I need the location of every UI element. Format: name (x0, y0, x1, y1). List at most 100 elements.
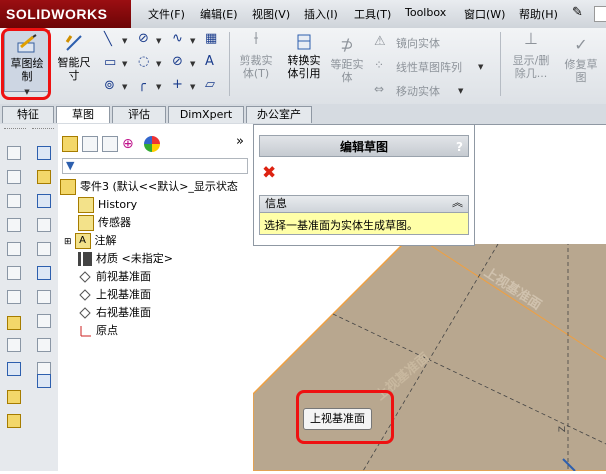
tree-root[interactable]: 零件3 (默认<<默认>_显示状态 (60, 178, 238, 196)
collapse-icon[interactable]: ︽ (452, 195, 463, 211)
line-icon[interactable]: ╲ (104, 32, 112, 47)
menu-help[interactable]: 帮助(H) (519, 6, 558, 22)
tab-office-products[interactable]: 办公室产品 (246, 106, 312, 137)
toolbar-grip (4, 128, 26, 131)
tree-item-top-plane[interactable]: 上视基准面 (78, 286, 151, 304)
tree-item-label: History (98, 198, 138, 211)
ellipse-icon[interactable]: ⊘ (172, 54, 183, 69)
tree-item-annotations[interactable]: ⊞ A 注解 (64, 232, 117, 250)
tree-item-label: 材质 <未指定> (96, 252, 173, 265)
options-icon[interactable] (7, 414, 21, 428)
menu-toolbox[interactable]: Toolbox (405, 6, 446, 19)
table-icon[interactable] (37, 146, 51, 160)
solidworks-logo[interactable]: SOLIDWORKS (0, 0, 131, 28)
tree-item-front-plane[interactable]: 前视基准面 (78, 268, 151, 286)
chevron-down-icon[interactable]: ▼ (156, 37, 161, 45)
appearance-icon[interactable] (37, 314, 51, 328)
slot-icon[interactable]: ⊚ (104, 78, 115, 93)
chevron-down-icon[interactable]: ▼ (122, 60, 127, 68)
zoom-area-icon[interactable] (37, 242, 51, 256)
menu-insert[interactable]: 插入(I) (304, 6, 338, 22)
revolve-icon[interactable] (7, 170, 21, 184)
relations-small-icon[interactable] (7, 362, 21, 376)
left-toolbar (0, 124, 59, 471)
offset-button[interactable]: ⊅ 等距实 体 (328, 37, 366, 85)
plane-icon[interactable]: ▱ (205, 77, 215, 92)
expand-panel-icon[interactable]: » (236, 134, 244, 149)
move-entities-button[interactable]: 移动实体 (396, 83, 440, 99)
repair-sketch-button[interactable]: ✓ 修复草 图 (558, 37, 604, 85)
chevron-down-icon[interactable]: ▼ (190, 83, 195, 91)
tab-sketch[interactable]: 草图 (56, 106, 110, 123)
dimxpert-tab-icon[interactable]: ⊕ (122, 136, 138, 152)
expand-icon[interactable]: ⊞ (64, 237, 72, 247)
spline-icon[interactable]: ∿ (172, 31, 183, 46)
menu-tools[interactable]: 工具(T) (354, 6, 391, 22)
tree-item-right-plane[interactable]: 右视基准面 (78, 304, 151, 322)
smart-dimension-button[interactable]: 智能尺 寸 (52, 30, 96, 90)
chamfer-icon[interactable] (7, 266, 21, 280)
help-icon[interactable]: ? (456, 136, 463, 158)
grid-icon[interactable]: ▦ (205, 31, 217, 46)
display-delete-relations-button[interactable]: ⊥ 显示/删 除几... (506, 31, 556, 81)
chevron-down-icon[interactable]: ▼ (156, 60, 161, 68)
pin-icon[interactable]: ✎ (572, 5, 583, 20)
sweep-icon[interactable] (7, 194, 21, 208)
linear-pattern-button[interactable]: 线性草图阵列 (396, 59, 462, 75)
menu-edit[interactable]: 编辑(E) (200, 6, 238, 22)
circle-icon[interactable]: ⊘ (138, 31, 149, 46)
text-icon[interactable]: A (205, 54, 214, 69)
rectangle-icon[interactable]: ▭ (104, 55, 116, 70)
point-icon[interactable]: + (172, 77, 183, 92)
menu-window[interactable]: 窗口(W) (464, 6, 505, 22)
loft-icon[interactable] (7, 218, 21, 232)
rebuild-icon[interactable] (7, 390, 21, 404)
repair-sketch-label: 修复草 图 (564, 58, 598, 84)
move-icon: ⇔ (374, 82, 385, 96)
tab-dimxpert[interactable]: DimXpert (168, 106, 244, 123)
mirror-entities-button[interactable]: 镜向实体 (396, 35, 440, 51)
feature-manager-tab-icon[interactable] (62, 136, 78, 152)
view-orient-icon[interactable] (37, 170, 51, 184)
tree-item-origin[interactable]: 原点 (78, 322, 118, 340)
property-manager-tab-icon[interactable] (82, 136, 98, 152)
tab-evaluate[interactable]: 评估 (112, 106, 166, 123)
shell-icon[interactable] (7, 290, 21, 304)
grid-settings-icon[interactable] (37, 374, 51, 388)
extrude-icon[interactable] (7, 146, 21, 160)
sketch-pencil-icon[interactable] (7, 316, 21, 330)
mirror-icon: ⚠ (374, 34, 386, 49)
filter-bar[interactable]: ▼ (62, 158, 248, 174)
info-group-header[interactable]: 信息 ︽ (259, 195, 469, 213)
menu-file[interactable]: 文件(F) (148, 6, 185, 22)
display-manager-tab-icon[interactable] (144, 136, 160, 152)
scene-icon[interactable] (37, 338, 51, 352)
search-box-icon[interactable] (594, 6, 606, 22)
convert-entities-button[interactable]: 转换实 体引用 (280, 32, 328, 80)
tree-item-history[interactable]: History (78, 196, 137, 214)
smart-dimension-small-icon[interactable] (7, 338, 21, 352)
tab-features[interactable]: 特征 (2, 106, 54, 123)
fillet-feature-icon[interactable] (7, 242, 21, 256)
fillet-icon[interactable]: ╭ (138, 77, 146, 92)
arc-icon[interactable]: ◌ (138, 54, 149, 69)
configuration-manager-tab-icon[interactable] (102, 136, 118, 152)
chevron-down-icon[interactable]: ▼ (122, 83, 127, 91)
chevron-down-icon[interactable]: ▼ (190, 60, 195, 68)
chevron-down-icon[interactable]: ▼ (122, 37, 127, 45)
chevron-down-icon[interactable]: ▼ (190, 37, 195, 45)
chevron-down-icon[interactable]: ▼ (458, 87, 463, 95)
tree-item-sensors[interactable]: 传感器 (78, 214, 131, 232)
zoom-fit-icon[interactable] (37, 218, 51, 232)
display-style-icon[interactable] (37, 266, 51, 280)
section-view-icon[interactable] (37, 194, 51, 208)
close-icon[interactable]: ✖ (262, 163, 276, 183)
hide-show-icon[interactable] (37, 290, 51, 304)
chevron-down-icon[interactable]: ▼ (156, 83, 161, 91)
chevron-down-icon[interactable]: ▼ (478, 63, 483, 71)
trim-button[interactable]: ⟊ 剪裁实 体(T) (234, 30, 278, 81)
menu-view[interactable]: 视图(V) (252, 6, 290, 22)
tree-item-label: 注解 (94, 234, 117, 247)
filter-icon: ▼ (66, 159, 75, 172)
tree-item-material[interactable]: 材质 <未指定> (78, 250, 173, 268)
